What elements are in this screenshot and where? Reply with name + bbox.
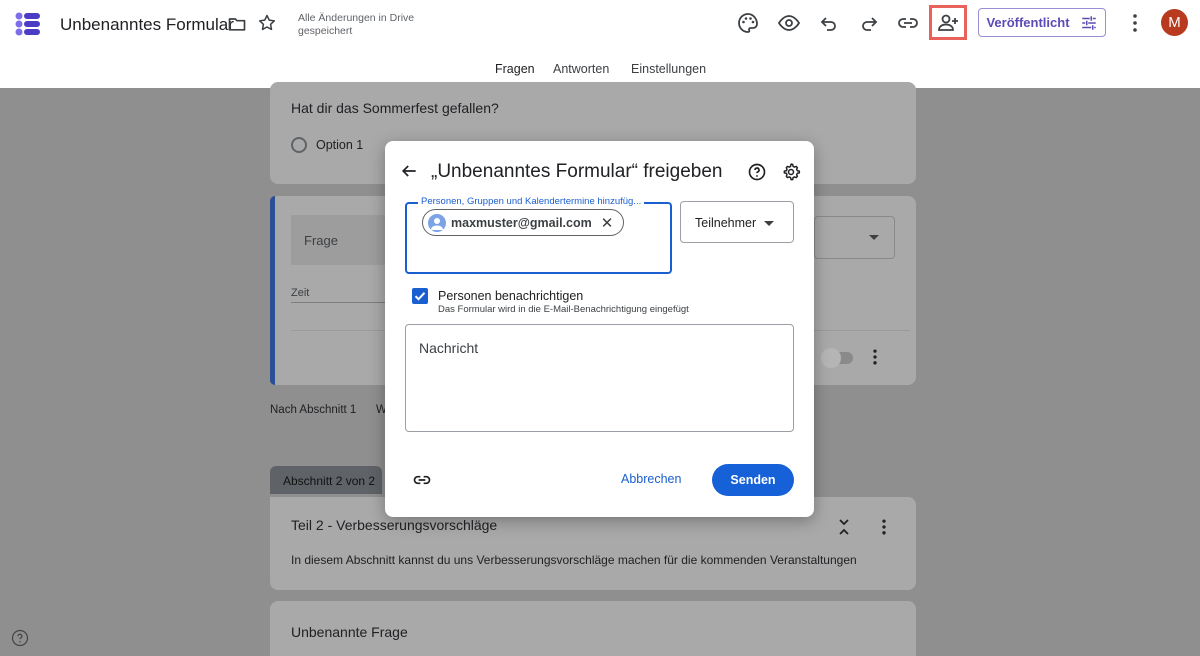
role-value: Teilnehmer [695, 216, 757, 230]
section-more-icon [882, 519, 886, 535]
select-caret-icon [869, 235, 879, 240]
redo-icon[interactable] [857, 11, 881, 35]
message-textarea[interactable]: Nachricht [405, 324, 794, 432]
question-type-select [814, 216, 895, 259]
chip-email: maxmuster@gmail.com [451, 215, 592, 230]
preview-icon[interactable] [777, 11, 801, 35]
time-label: Zeit [291, 287, 310, 299]
active-card-bar [270, 196, 275, 385]
card-divider [291, 330, 385, 331]
folder-icon[interactable] [227, 14, 247, 34]
section-description: In diesem Abschnitt kannst du uns Verbes… [291, 553, 857, 567]
tab-fragen[interactable]: Fragen [495, 62, 535, 76]
notify-label: Personen benachrichtigen [438, 289, 584, 303]
publish-label: Veröffentlicht [986, 15, 1070, 30]
checkmark-icon [414, 292, 426, 301]
back-arrow-icon[interactable] [399, 161, 419, 181]
palette-icon[interactable] [736, 11, 760, 35]
help-icon [11, 629, 29, 647]
send-button[interactable]: Senden [712, 464, 794, 496]
save-status: Alle Änderungen in Drive gespeichert [298, 12, 415, 37]
sliders-icon [1081, 15, 1096, 30]
star-icon[interactable] [257, 13, 277, 33]
card-divider-right [814, 330, 910, 331]
tab-antworten[interactable]: Antworten [553, 62, 609, 76]
untitled-question: Unbenannte Frage [291, 624, 408, 640]
account-avatar[interactable]: M [1161, 9, 1188, 36]
section-title: Teil 2 - Verbesserungsvorschläge [291, 517, 498, 533]
card-more-icon [873, 349, 877, 365]
tab-einstellungen[interactable]: Einstellungen [631, 62, 706, 76]
after-section-label: Nach Abschnitt 1 [270, 404, 357, 416]
dropdown-caret-icon [764, 221, 774, 226]
link-icon[interactable] [896, 11, 920, 35]
person-avatar-icon [428, 213, 446, 232]
section-tab: Abschnitt 2 von 2 [270, 466, 382, 494]
toggle-knob [821, 348, 841, 368]
settings-gear-icon[interactable] [781, 162, 801, 182]
top-bar: Unbenanntes Formular Alle Änderungen in … [0, 0, 1200, 88]
people-input-label: Personen, Gruppen und Kalendertermine hi… [418, 196, 645, 207]
question-title: Hat dir das Sommerfest gefallen? [291, 100, 499, 116]
question-placeholder: Frage [304, 233, 338, 248]
time-underline [291, 302, 385, 303]
forms-logo-icon[interactable] [14, 10, 42, 38]
copy-link-icon[interactable] [412, 470, 432, 490]
add-person-icon[interactable] [936, 11, 960, 35]
publish-button[interactable]: Veröffentlicht [978, 8, 1106, 37]
radio-option-1 [291, 137, 307, 153]
document-title[interactable]: Unbenanntes Formular [60, 15, 234, 35]
undo-icon[interactable] [817, 11, 841, 35]
help-icon[interactable] [747, 162, 767, 182]
notify-checkbox[interactable] [412, 288, 428, 304]
dialog-title: „Unbenanntes Formular“ freigeben [431, 161, 723, 182]
cancel-button[interactable]: Abbrechen [621, 472, 681, 486]
share-dialog: „Unbenanntes Formular“ freigeben Persone… [385, 141, 814, 517]
notify-sublabel: Das Formular wird in die E-Mail-Benachri… [438, 304, 689, 315]
message-placeholder: Nachricht [419, 340, 479, 356]
collapse-icon [839, 519, 849, 535]
option-label: Option 1 [316, 138, 364, 152]
role-select[interactable]: Teilnehmer [680, 201, 794, 243]
recipient-chip[interactable]: maxmuster@gmail.com ✕ [422, 209, 625, 236]
more-vert-icon[interactable] [1123, 11, 1147, 35]
remove-chip-icon[interactable]: ✕ [601, 214, 614, 232]
